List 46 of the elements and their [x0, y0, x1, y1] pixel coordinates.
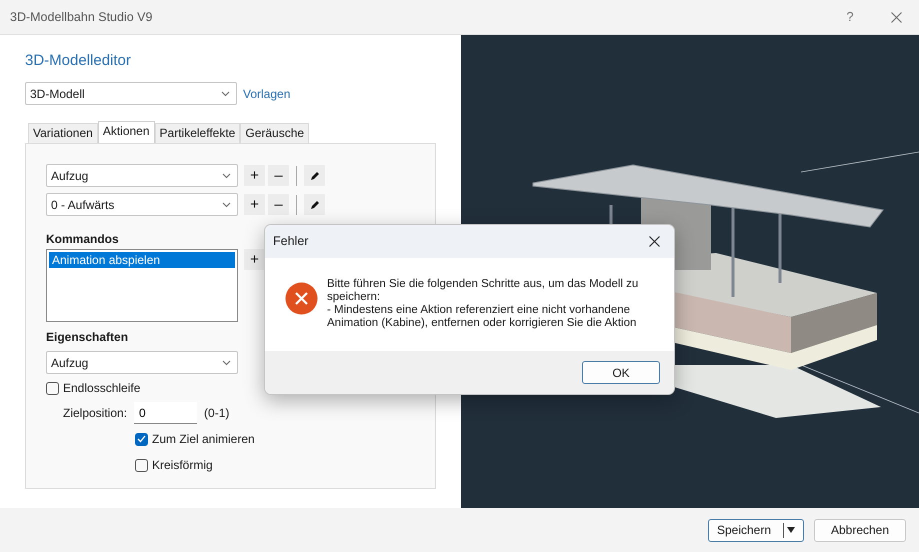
templates-link[interactable]: Vorlagen	[243, 84, 290, 102]
field-label: Zielposition:	[63, 405, 128, 422]
chevron-down-icon	[222, 172, 231, 178]
chevron-down-icon	[222, 360, 231, 366]
list-item[interactable]: Animation abspielen	[49, 252, 235, 268]
window-title: 3D-Modellbahn Studio V9	[10, 8, 152, 26]
cancel-button[interactable]: Abbrechen	[814, 518, 906, 542]
tab[interactable]: Aktionen	[98, 121, 155, 143]
chevron-down-icon	[222, 202, 231, 208]
dropdown[interactable]: 0 - Aufwärts	[46, 193, 238, 216]
ok-button[interactable]: OK	[582, 361, 660, 384]
caret-down-icon[interactable]	[787, 527, 796, 533]
tab[interactable]: Partikeleffekte	[154, 123, 240, 143]
remove-button[interactable]: –	[268, 165, 289, 186]
dropdown[interactable]: Aufzug	[46, 164, 238, 187]
chevron-down-icon	[221, 90, 230, 96]
dialog-title: Fehler	[273, 233, 308, 250]
dropdown[interactable]: 3D-Modell	[25, 82, 237, 105]
save-button[interactable]: Speichern	[708, 518, 804, 542]
tab[interactable]: Geräusche	[240, 123, 310, 143]
error-message: Bitte führen Sie die folgenden Schritte aus, um das Modell zu speichern:	[327, 278, 640, 304]
edit-button[interactable]	[304, 165, 325, 186]
checkbox[interactable]	[46, 382, 59, 394]
pencil-icon	[310, 200, 320, 210]
section-label: Kommandos	[46, 231, 119, 248]
add-button[interactable]: +	[244, 194, 265, 215]
edit-button[interactable]	[304, 194, 325, 215]
checkbox-label: Kreisförmig	[152, 457, 213, 474]
section-label: Eigenschaften	[46, 329, 128, 346]
help-button[interactable]: ?	[827, 0, 873, 34]
tab[interactable]: Variationen	[28, 123, 98, 143]
checkbox[interactable]	[135, 432, 148, 446]
range-hint: (0-1)	[204, 405, 230, 422]
add-button[interactable]: +	[244, 249, 265, 270]
error-icon	[285, 282, 318, 315]
add-button[interactable]: +	[244, 165, 265, 186]
pencil-icon	[310, 171, 320, 182]
editor-heading: 3D-Modelleditor	[25, 51, 132, 71]
error-message: - Mindestens eine Aktion referenziert eine nicht vorhandene Animation (Kabine), entfernen oder korrigieren Sie die Aktion	[327, 304, 638, 330]
position-input[interactable]: 0	[134, 402, 198, 424]
close-icon[interactable]	[648, 236, 660, 247]
dropdown[interactable]: Aufzug	[46, 351, 238, 374]
remove-button[interactable]: –	[268, 194, 289, 215]
checkbox-label: Endlosschleife	[63, 380, 140, 397]
checkbox-label: Zum Ziel animieren	[152, 431, 255, 448]
checkbox[interactable]	[135, 458, 148, 472]
